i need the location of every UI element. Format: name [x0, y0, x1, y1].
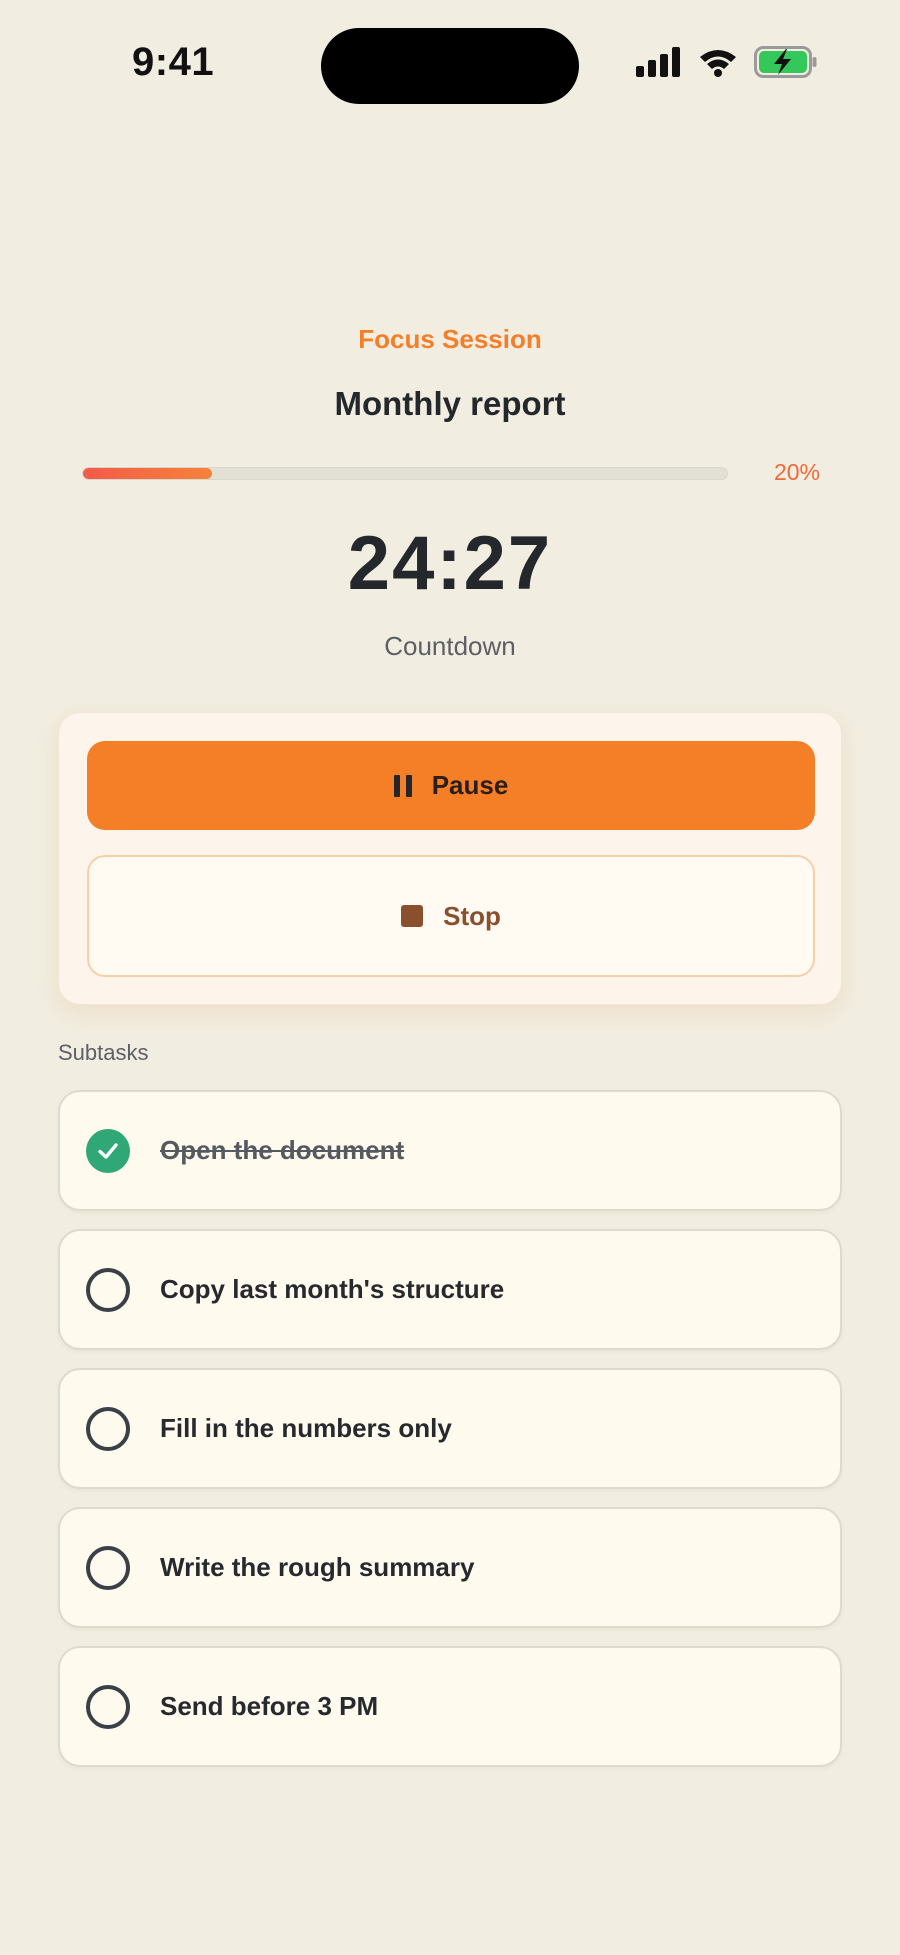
- subtask-item[interactable]: Send before 3 PM: [58, 1646, 842, 1767]
- progress-fill: [83, 468, 212, 479]
- subtask-item[interactable]: Open the document: [58, 1090, 842, 1211]
- subtask-label: Copy last month's structure: [160, 1274, 505, 1304]
- timer-mode-label: Countdown: [384, 631, 516, 661]
- checkmark-circle-icon[interactable]: [86, 1128, 130, 1173]
- subtask-label: Write the rough summary: [160, 1552, 475, 1582]
- progress-bar: [82, 467, 728, 480]
- subtasks-heading: Subtasks: [58, 1040, 149, 1065]
- pause-icon: [393, 774, 412, 797]
- subtask-item[interactable]: Fill in the numbers only: [58, 1368, 842, 1489]
- status-time: 9:41: [132, 40, 215, 84]
- subtask-label: Send before 3 PM: [160, 1691, 379, 1721]
- stop-button-label: Stop: [443, 900, 501, 931]
- status-icons: [636, 46, 818, 78]
- empty-circle-icon[interactable]: [86, 1545, 130, 1590]
- empty-circle-icon[interactable]: [86, 1267, 130, 1312]
- signal-icon: [636, 47, 680, 77]
- countdown-timer: 24:27: [347, 521, 553, 606]
- session-label: Focus Session: [358, 324, 542, 354]
- battery-charging-icon: [754, 46, 817, 78]
- wifi-icon: [700, 50, 736, 77]
- subtask-label: Fill in the numbers only: [160, 1413, 452, 1443]
- subtask-item[interactable]: Copy last month's structure: [58, 1229, 842, 1350]
- empty-circle-icon[interactable]: [86, 1684, 130, 1729]
- status-bar: 9:41: [0, 0, 900, 140]
- controls-card: Pause Stop: [58, 712, 842, 1005]
- subtask-item[interactable]: Write the rough summary: [58, 1507, 842, 1628]
- dynamic-island: [321, 28, 579, 104]
- stop-button[interactable]: Stop: [87, 855, 815, 977]
- stop-icon: [401, 905, 424, 927]
- subtask-list: Open the document Copy last month's struc…: [58, 1090, 842, 1785]
- empty-circle-icon[interactable]: [86, 1406, 130, 1451]
- task-title: Monthly report: [334, 385, 566, 422]
- progress-percent: 20%: [773, 459, 820, 485]
- subtask-label: Open the document: [160, 1135, 405, 1165]
- pause-button-label: Pause: [431, 770, 509, 800]
- pause-button[interactable]: Pause: [87, 741, 815, 830]
